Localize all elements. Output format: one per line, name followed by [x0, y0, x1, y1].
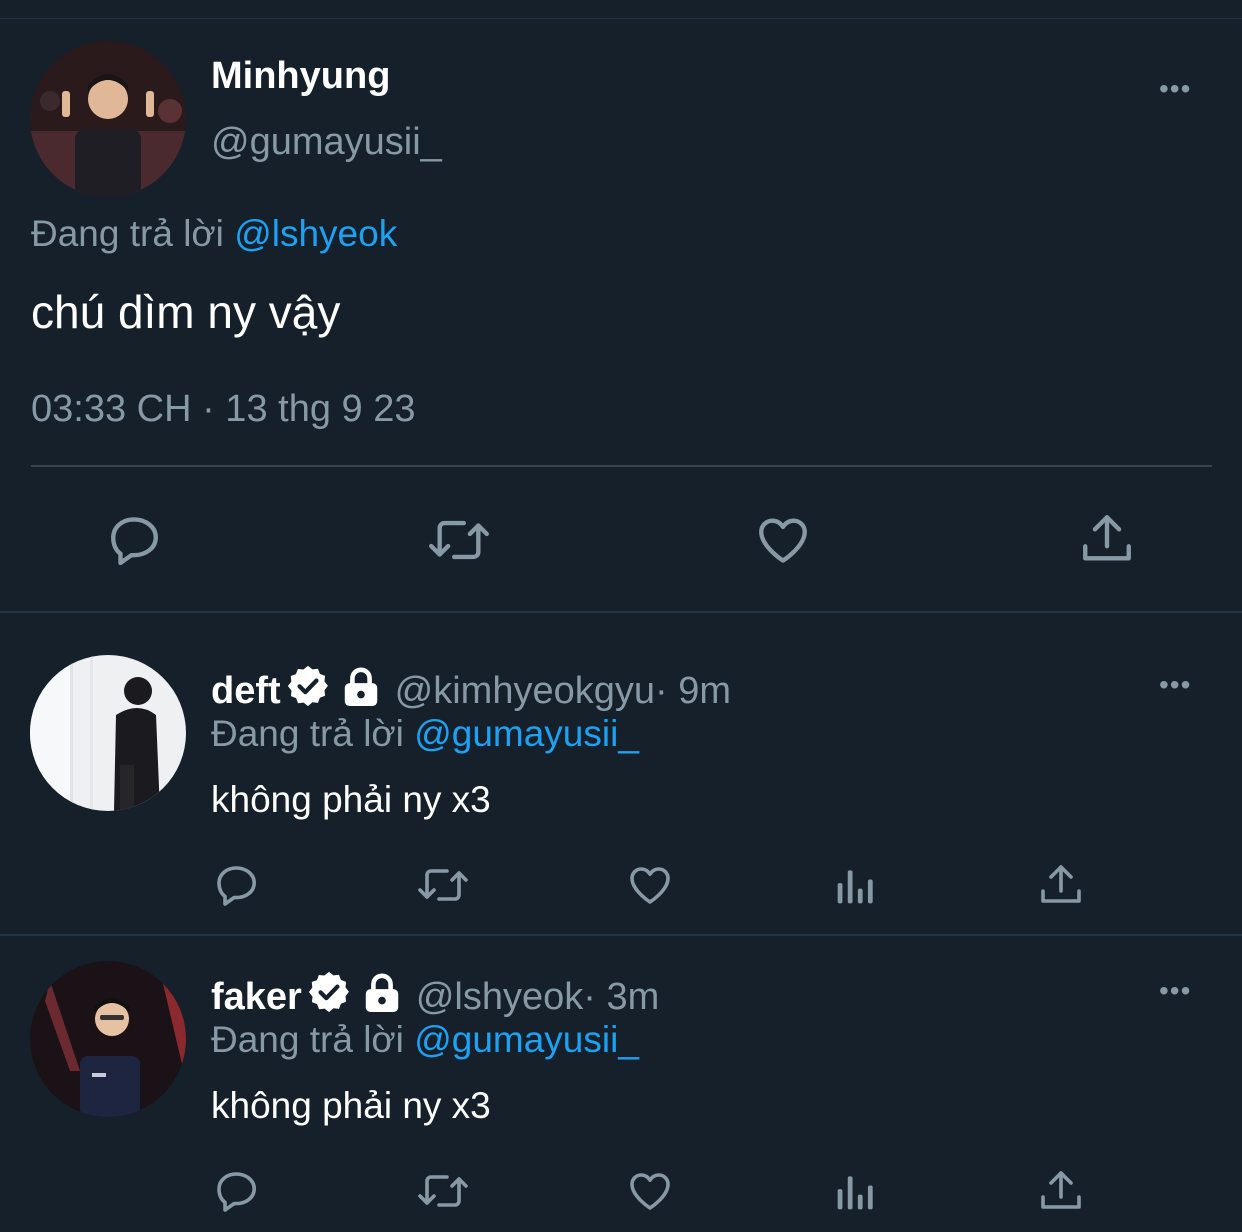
display-name[interactable]: Minhyung [211, 55, 390, 98]
replying-mention-link[interactable]: @gumayusii_ [414, 1019, 639, 1060]
verified-badge-icon [285, 663, 331, 719]
tweet-text: chú dìm ny vậy [31, 286, 341, 338]
like-icon[interactable] [753, 511, 813, 569]
user-handle[interactable]: @gumayusii_ [211, 121, 442, 164]
replying-to: Đang trả lời @gumayusii_ [211, 1019, 639, 1061]
verified-badge-icon [306, 969, 352, 1025]
display-name[interactable]: deft [211, 670, 281, 713]
replying-mention-link[interactable]: @gumayusii_ [414, 713, 639, 754]
reply-icon[interactable] [213, 1167, 261, 1215]
reply-header: deft @kimhyeokgyu · 9m [211, 663, 731, 719]
retweet-icon[interactable] [427, 511, 491, 569]
lock-icon [362, 971, 402, 1023]
reply-tweet[interactable]: deft @kimhyeokgyu · 9m ••• Đang trả lời … [0, 613, 1242, 933]
user-handle[interactable]: @kimhyeokgyu [395, 670, 655, 713]
replying-to: Đang trả lời @lshyeok [31, 213, 397, 255]
relative-time[interactable]: · 9m [655, 670, 731, 713]
more-options-icon[interactable]: ••• [1159, 977, 1191, 1005]
main-tweet: Minhyung @gumayusii_ ••• Đang trả lời @l… [0, 19, 1242, 611]
user-handle[interactable]: @lshyeok [416, 976, 583, 1019]
share-icon[interactable] [1037, 1167, 1085, 1215]
tweet-text: không phải ny x3 [211, 779, 491, 820]
avatar[interactable] [30, 41, 186, 197]
replying-prefix: Đang trả lời [211, 713, 404, 754]
replying-prefix: Đang trả lời [31, 213, 224, 254]
display-name[interactable]: faker [211, 976, 302, 1019]
replying-prefix: Đang trả lời [211, 1019, 404, 1060]
reply-tweet[interactable]: faker @lshyeok · 3m ••• Đang trả lời @gu… [0, 936, 1242, 1232]
top-border [0, 0, 1242, 19]
more-options-icon[interactable]: ••• [1159, 671, 1191, 699]
reply-header: faker @lshyeok · 3m [211, 969, 659, 1025]
tweet-timestamp[interactable]: 03:33 CH · 13 thg 9 23 [31, 388, 415, 431]
share-icon[interactable] [1037, 861, 1085, 909]
share-icon[interactable] [1078, 509, 1136, 569]
analytics-icon[interactable] [834, 1169, 878, 1213]
avatar[interactable] [30, 961, 186, 1117]
avatar[interactable] [30, 655, 186, 811]
analytics-icon[interactable] [834, 863, 878, 907]
replying-mention-link[interactable]: @lshyeok [234, 213, 397, 254]
relative-time[interactable]: · 3m [583, 976, 659, 1019]
like-icon[interactable] [625, 861, 675, 909]
divider [31, 465, 1212, 467]
tweet-text: không phải ny x3 [211, 1085, 491, 1126]
reply-icon[interactable] [106, 511, 164, 569]
reply-icon[interactable] [213, 861, 261, 909]
more-options-icon[interactable]: ••• [1159, 75, 1191, 103]
retweet-icon[interactable] [415, 1167, 471, 1215]
retweet-icon[interactable] [415, 861, 471, 909]
lock-icon [341, 665, 381, 717]
like-icon[interactable] [625, 1167, 675, 1215]
replying-to: Đang trả lời @gumayusii_ [211, 713, 639, 755]
